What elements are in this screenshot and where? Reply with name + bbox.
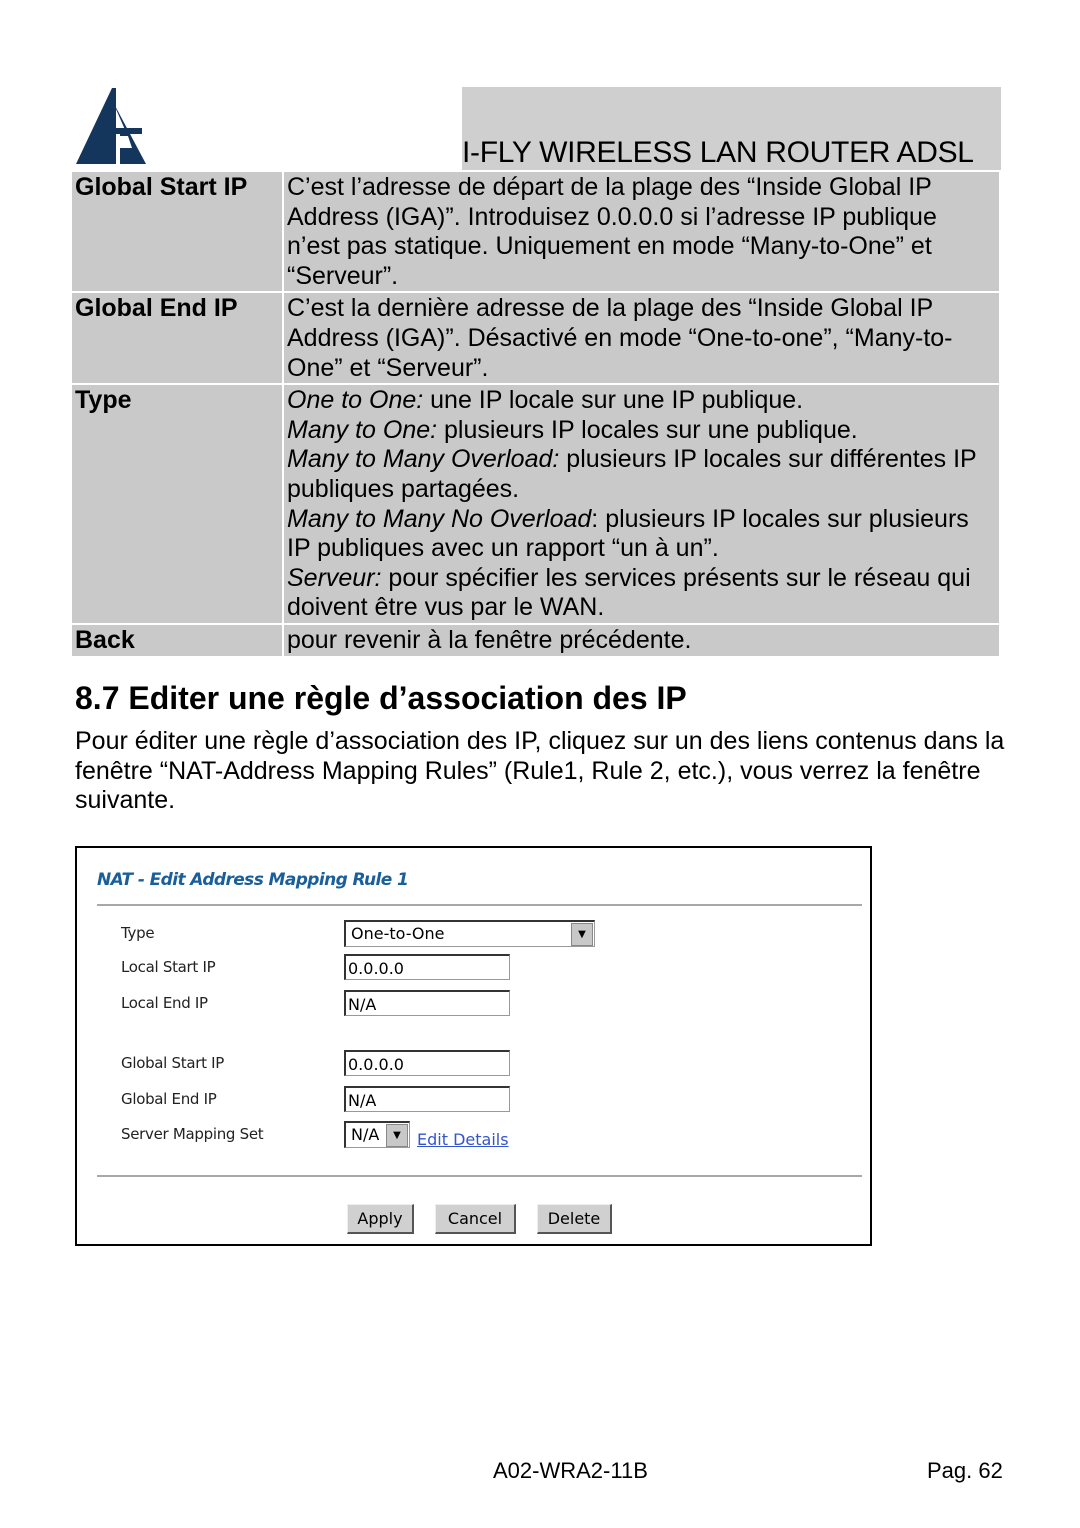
row-key: Back xyxy=(72,623,284,658)
table-row: Global Start IP C’est l’adresse de dépar… xyxy=(72,172,999,294)
type-term: Many to Many No Overload xyxy=(287,504,592,533)
row-value: C’est l’adresse de départ de la plage de… xyxy=(283,172,999,294)
type-term: Many to One: xyxy=(287,415,438,444)
local-end-label: Local End IP xyxy=(121,994,208,1012)
type-item: Many to Many Overload: plusieurs IP loca… xyxy=(287,445,996,504)
global-start-label: Global Start IP xyxy=(121,1054,224,1072)
page-number: Pag. 62 xyxy=(927,1458,1003,1483)
table-row: Global End IP C’est la dernière adresse … xyxy=(72,292,999,386)
row-key: Global Start IP xyxy=(72,172,284,294)
type-term: One to One: xyxy=(287,386,424,415)
chevron-down-icon: ▼ xyxy=(386,1124,408,1147)
row-value: pour revenir à la fenêtre précédente. xyxy=(283,623,999,658)
type-text: une IP locale sur une IP publique. xyxy=(423,386,804,415)
cancel-button[interactable]: Cancel xyxy=(435,1204,516,1234)
nat-title: NAT - Edit Address Mapping Rule 1 xyxy=(97,870,409,890)
divider xyxy=(97,904,862,906)
divider xyxy=(97,1175,862,1177)
type-select[interactable]: One-to-One ▼ xyxy=(344,920,595,947)
row-key: Type xyxy=(72,384,284,625)
type-term: Serveur: xyxy=(287,563,382,592)
section-intro: Pour éditer une règle d’association des … xyxy=(75,727,1005,815)
global-end-label: Global End IP xyxy=(121,1090,217,1108)
description-table: Global Start IP C’est l’adresse de dépar… xyxy=(72,172,999,658)
type-label: Type xyxy=(121,924,155,942)
table-row: Type One to One: une IP locale sur une I… xyxy=(72,384,999,625)
type-item: Serveur: pour spécifier les services pré… xyxy=(287,564,996,623)
chevron-down-icon: ▼ xyxy=(571,923,593,946)
delete-button[interactable]: Delete xyxy=(537,1204,612,1234)
section-title: 8.7 Editer une règle d’association des I… xyxy=(75,680,687,716)
row-key: Global End IP xyxy=(72,292,284,386)
local-start-input[interactable]: 0.0.0.0 xyxy=(344,954,510,980)
apply-button[interactable]: Apply xyxy=(347,1204,414,1234)
type-item: One to One: une IP locale sur une IP pub… xyxy=(287,386,996,416)
server-set-value: N/A xyxy=(351,1125,380,1144)
type-item: Many to One: plusieurs IP locales sur un… xyxy=(287,416,996,446)
type-text: plusieurs IP locales sur une publique. xyxy=(437,415,858,444)
row-value: One to One: une IP locale sur une IP pub… xyxy=(283,384,999,625)
type-item: Many to Many No Overload: plusieurs IP l… xyxy=(287,505,996,564)
row-value: C’est la dernière adresse de la plage de… xyxy=(283,292,999,386)
nat-edit-screenshot: NAT - Edit Address Mapping Rule 1 Type O… xyxy=(75,846,872,1246)
local-start-label: Local Start IP xyxy=(121,958,216,976)
header-title: I-FLY WIRELESS LAN ROUTER ADSL xyxy=(462,136,974,169)
global-start-input[interactable]: 0.0.0.0 xyxy=(344,1050,510,1076)
type-term: Many to Many Overload: xyxy=(287,445,560,474)
footer-code: A02-WRA2-11B xyxy=(493,1458,648,1483)
local-end-input[interactable]: N/A xyxy=(344,990,510,1016)
server-set-select[interactable]: N/A ▼ xyxy=(344,1121,410,1148)
global-end-input[interactable]: N/A xyxy=(344,1086,510,1112)
page: I-FLY WIRELESS LAN ROUTER ADSL Global St… xyxy=(0,0,1080,1528)
table-row: Back pour revenir à la fenêtre précédent… xyxy=(72,623,999,658)
type-text: pour spécifier les services présents sur… xyxy=(287,563,971,622)
atlantis-logo xyxy=(76,88,146,164)
edit-details-link[interactable]: Edit Details xyxy=(417,1130,509,1149)
type-value: One-to-One xyxy=(351,924,445,943)
server-set-label: Server Mapping Set xyxy=(121,1125,264,1143)
